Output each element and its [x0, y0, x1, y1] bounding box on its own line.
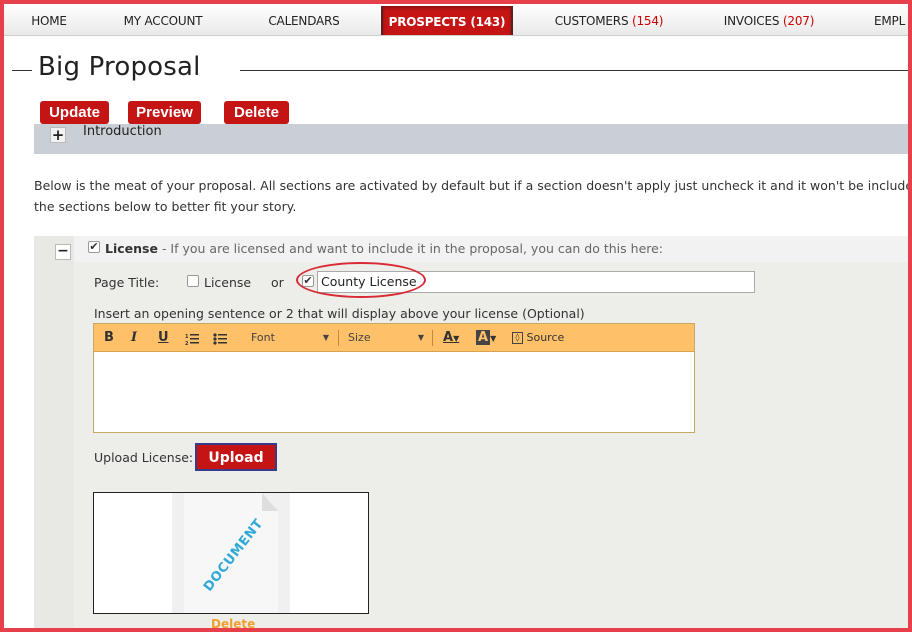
license-title-option-label: License [204, 275, 252, 290]
toolbar-separator [432, 330, 433, 346]
delete-document-link[interactable]: Delete [211, 617, 255, 631]
introduction-section-bar[interactable] [34, 124, 908, 154]
license-title-checkbox[interactable] [187, 275, 199, 287]
custom-title-input[interactable]: County License [317, 271, 755, 293]
toolbar-separator [338, 330, 339, 346]
collapse-license-icon[interactable]: − [55, 244, 71, 260]
or-label: or [271, 275, 284, 290]
svg-text:1: 1 [185, 334, 189, 340]
source-button[interactable]: ◊ Source [512, 331, 564, 344]
license-enabled-checkbox[interactable]: ✔ [88, 241, 100, 253]
license-section-gutter [34, 236, 74, 632]
svg-text:2: 2 [185, 341, 189, 346]
title-rule-right [240, 70, 908, 71]
size-dropdown-icon: ▼ [417, 333, 424, 342]
nav-prospects[interactable]: PROSPECTS (143) [381, 6, 513, 35]
upload-button[interactable]: Upload [195, 443, 277, 471]
update-button[interactable]: Update [40, 101, 109, 124]
preview-button[interactable]: Preview [128, 101, 201, 124]
source-icon: ◊ [512, 332, 523, 344]
nav-home[interactable]: HOME [4, 4, 94, 35]
nav-calendars[interactable]: CALENDARS [234, 4, 374, 35]
bulleted-list-icon[interactable] [213, 332, 227, 350]
font-select[interactable]: Font ▼ [251, 329, 329, 347]
page-title: Big Proposal [38, 52, 201, 82]
title-rule-left [12, 70, 32, 71]
page-title-label: Page Title: [94, 275, 160, 290]
editor-toolbar: B I U 12 Font ▼ Size ▼ A▼ A ▼ ◊ Source [94, 324, 694, 352]
underline-button[interactable]: U [158, 330, 169, 345]
upload-license-label: Upload License: [94, 450, 194, 465]
nav-invoices[interactable]: INVOICES (207) [704, 4, 834, 35]
background-color-button[interactable]: A ▼ [476, 330, 496, 345]
italic-button[interactable]: I [131, 330, 137, 345]
top-nav: HOME MY ACCOUNT CALENDARS PROSPECTS (143… [4, 4, 908, 36]
font-dropdown-icon: ▼ [322, 333, 329, 342]
text-color-dropdown-icon: ▼ [453, 334, 460, 343]
prospects-count: (143) [470, 15, 506, 29]
introduction-label: Introduction [83, 124, 162, 139]
license-heading: License - If you are licensed and want t… [105, 241, 664, 256]
customers-count: (154) [632, 14, 664, 28]
editor-prompt-label: Insert an opening sentence or 2 that wil… [94, 306, 585, 321]
invoices-count: (207) [782, 14, 815, 28]
background-color-dropdown-icon: ▼ [490, 334, 497, 343]
nav-my-account[interactable]: MY ACCOUNT [98, 4, 228, 35]
proposal-description: Below is the meat of your proposal. All … [34, 178, 908, 214]
custom-title-checkbox[interactable]: ✔ [302, 275, 314, 287]
nav-customers[interactable]: CUSTOMERS (154) [534, 4, 684, 35]
size-select[interactable]: Size ▼ [348, 329, 424, 347]
expand-introduction-icon[interactable]: + [50, 127, 66, 143]
nav-employees[interactable]: EMPL [874, 4, 908, 35]
bold-button[interactable]: B [104, 330, 114, 345]
delete-button[interactable]: Delete [224, 101, 289, 124]
license-document-preview: DOCUMENT [93, 492, 369, 614]
rich-text-editor: B I U 12 Font ▼ Size ▼ A▼ A ▼ ◊ Source [93, 323, 695, 433]
text-color-button[interactable]: A▼ [443, 330, 459, 345]
numbered-list-icon[interactable]: 12 [185, 332, 199, 350]
